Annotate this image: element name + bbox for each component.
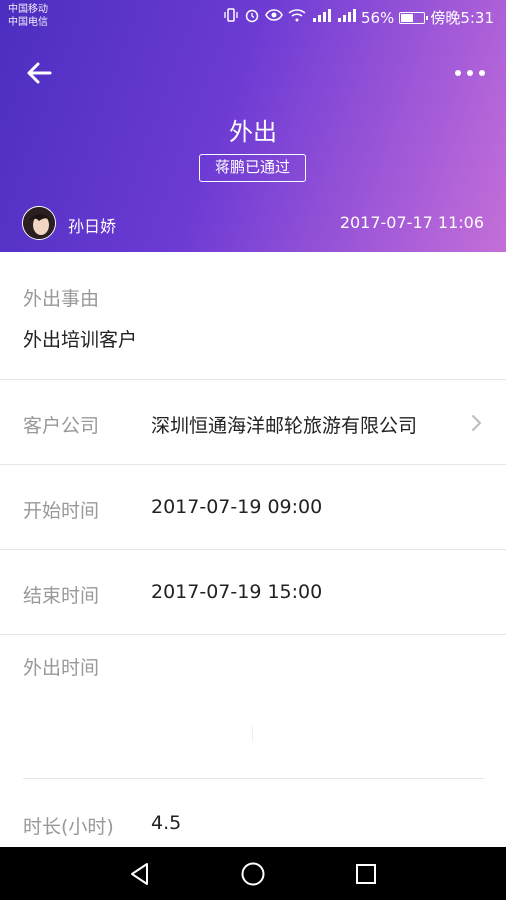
reason-section: 外出事由 外出培训客户	[0, 252, 506, 380]
chevron-right-icon	[472, 415, 481, 431]
duration-label: 时长(小时)	[23, 816, 114, 838]
system-nav-bar	[0, 847, 506, 900]
more-options-button[interactable]	[450, 58, 490, 88]
status-icons: 56% 傍晚5:31	[223, 7, 494, 28]
back-button[interactable]	[22, 56, 56, 90]
approval-status-badge: 蒋鹏已通过	[199, 154, 306, 182]
duration-value: 4.5	[151, 812, 182, 834]
battery-fill	[401, 13, 414, 22]
more-dots-icon	[455, 70, 485, 76]
nav-home-button[interactable]	[240, 861, 266, 887]
arrow-left-icon	[27, 62, 52, 84]
end-time-value: 2017-07-19 15:00	[151, 581, 323, 603]
customer-company-value: 深圳恒通海洋邮轮旅游有限公司	[151, 415, 418, 437]
user-name: 孙日娇	[68, 217, 117, 236]
battery-percent: 56%	[360, 8, 395, 27]
triangle-back-icon	[131, 863, 148, 885]
reason-value: 外出培训客户	[23, 329, 138, 351]
created-time: 2017-07-17 11:06	[339, 213, 484, 232]
circle-home-icon	[241, 862, 265, 886]
clock: 傍晚5:31	[430, 9, 494, 27]
start-time-label: 开始时间	[23, 500, 100, 522]
signal-icon	[311, 7, 331, 28]
avatar	[22, 206, 56, 240]
outing-time-label: 外出时间	[23, 657, 100, 679]
carrier-1: 中国移动	[8, 4, 48, 15]
signal-icon	[336, 7, 356, 28]
nav-back-button[interactable]	[127, 861, 153, 887]
detail-content: 外出事由 外出培训客户 客户公司 深圳恒通海洋邮轮旅游有限公司 开始时间 201…	[0, 252, 506, 847]
square-recents-icon	[356, 864, 376, 884]
battery-icon	[399, 11, 429, 24]
end-time-row: 结束时间 2017-07-19 15:00	[0, 550, 506, 635]
end-time-label: 结束时间	[23, 585, 100, 607]
customer-company-row[interactable]: 客户公司 深圳恒通海洋邮轮旅游有限公司	[0, 380, 506, 465]
page-title: 外出	[229, 118, 277, 146]
carrier-2: 中国电信	[8, 17, 48, 28]
reason-label: 外出事由	[23, 288, 100, 310]
status-bar: 中国移动 中国电信 56% 傍晚5:31	[0, 0, 506, 34]
start-time-value: 2017-07-19 09:00	[151, 496, 323, 518]
start-time-row: 开始时间 2017-07-19 09:00	[0, 465, 506, 550]
customer-company-label: 客户公司	[23, 415, 100, 437]
carrier-info: 中国移动 中国电信	[8, 3, 48, 29]
section-divider	[23, 778, 484, 779]
outing-time-divider	[252, 726, 253, 742]
vibrate-icon	[223, 7, 239, 28]
eye-icon	[265, 7, 283, 28]
alarm-icon	[244, 7, 260, 28]
nav-recents-button[interactable]	[353, 861, 379, 887]
header: 中国移动 中国电信 56% 傍晚5:31 外出 蒋鹏已通过 孙日娇 2017-0…	[0, 0, 506, 252]
wifi-icon	[288, 7, 306, 28]
